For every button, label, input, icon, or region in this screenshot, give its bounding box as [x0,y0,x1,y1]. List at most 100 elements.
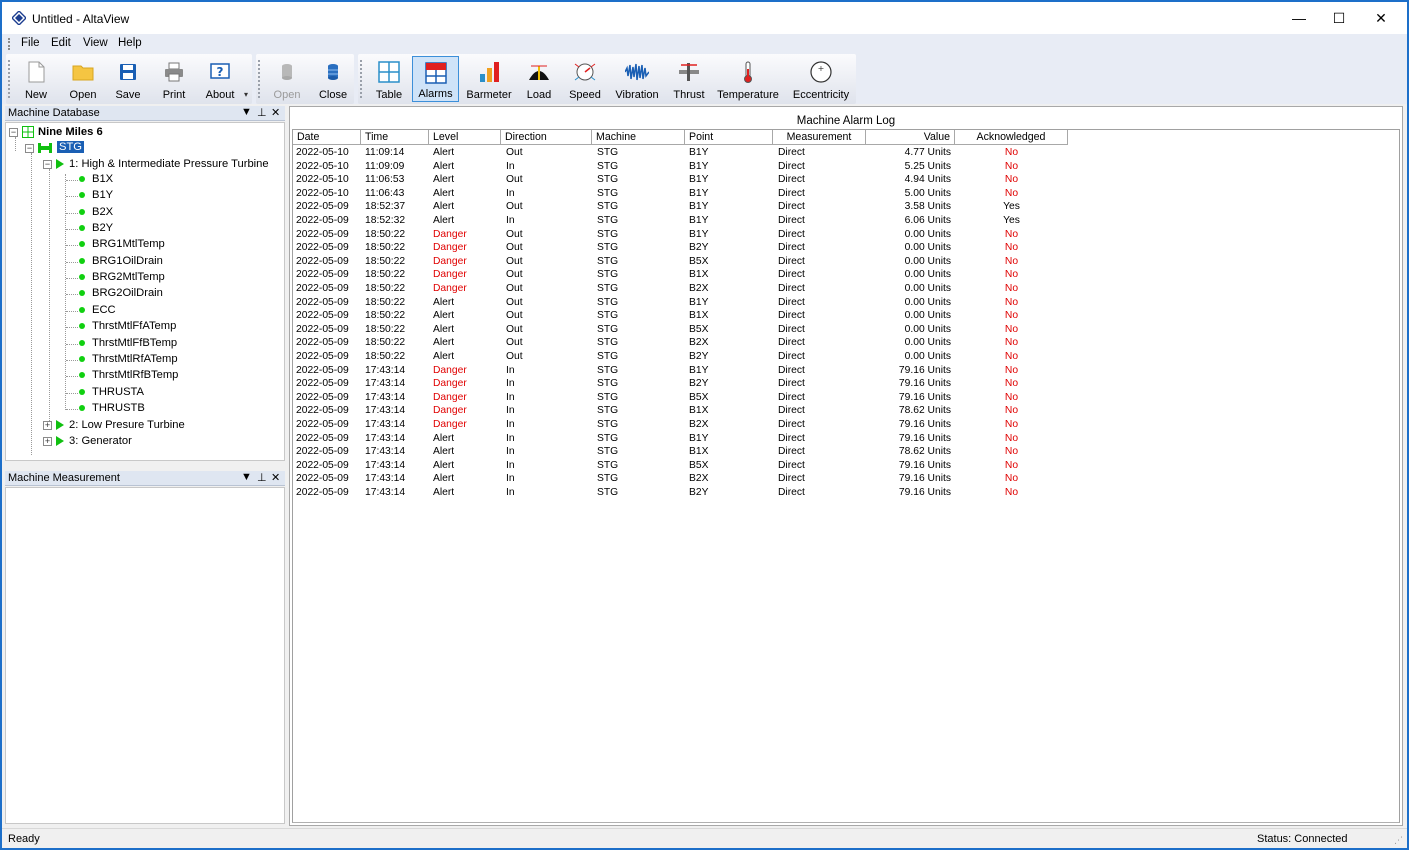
column-header-direction[interactable]: Direction [501,130,592,145]
table-row[interactable]: 2022-05-09 17:43:14 Alert In STG B2Y Direct 79.… [293,486,1068,500]
maximize-button[interactable]: ☐ [1316,2,1362,34]
tree-point[interactable]: ECC [79,304,116,320]
column-header-time[interactable]: Time [361,130,429,145]
db-close-label: Close [318,89,348,101]
table-row[interactable]: 2022-05-09 17:43:14 Danger In STG B5X Direct 79… [293,391,1068,405]
open-button[interactable]: Open [62,56,104,102]
table-row[interactable]: 2022-05-10 11:09:09 Alert In STG B1Y Direct 5.2… [293,160,1068,174]
column-header-acknowledged[interactable]: Acknowledged [955,130,1068,145]
table-row[interactable]: 2022-05-09 18:52:37 Alert Out STG B1Y Direct 3.… [293,200,1068,214]
expand-icon[interactable]: + [43,437,52,446]
menu-view[interactable]: View [83,37,108,49]
table-row[interactable]: 2022-05-10 11:06:43 Alert In STG B1Y Direct 5.0… [293,187,1068,201]
save-button[interactable]: Save [108,56,148,102]
table-row[interactable]: 2022-05-09 17:43:14 Alert In STG B5X Direct 79.… [293,459,1068,473]
table-row[interactable]: 2022-05-09 18:50:22 Danger Out STG B1Y Direct 0… [293,228,1068,242]
table-row[interactable]: 2022-05-09 18:50:22 Danger Out STG B2X Direct 0… [293,282,1068,296]
tree-point[interactable]: B2X [79,206,113,222]
menu-file[interactable]: File [21,37,40,49]
table-row[interactable]: 2022-05-09 18:50:22 Alert Out STG B5X Direct 0.… [293,323,1068,337]
table-row[interactable]: 2022-05-09 17:43:14 Danger In STG B1X Direct 78… [293,404,1068,418]
tree-train-label: 3: Generator [69,435,132,447]
cell-time: 11:06:53 [365,174,405,186]
table-row[interactable]: 2022-05-09 17:43:14 Danger In STG B1Y Direct 79… [293,364,1068,378]
tree-point[interactable]: B1Y [79,189,113,205]
menu-help[interactable]: Help [118,37,142,49]
toolbar-grip[interactable] [360,60,362,98]
barmeter-button[interactable]: Barmeter [462,56,516,102]
column-header-date[interactable]: Date [293,130,361,145]
pin-icon[interactable]: ⊥ [257,471,267,484]
save-label: Save [115,89,141,101]
toolbar-grip[interactable] [258,60,260,98]
tree-point[interactable]: BRG1OilDrain [79,255,163,271]
pane-menu-icon[interactable]: ▼ [241,471,252,483]
cell-time: 17:43:14 [365,459,406,471]
table-row[interactable]: 2022-05-09 17:43:14 Alert In STG B1Y Direct 79.… [293,432,1068,446]
speed-button[interactable]: Speed [562,56,608,102]
db-close-button[interactable]: Close [312,56,354,102]
toolbar-grip[interactable] [8,60,10,98]
tree-point-label: ThrstMtlRfATemp [92,352,178,365]
column-header-value[interactable]: Value [866,130,955,145]
table-row[interactable]: 2022-05-09 18:50:22 Alert Out STG B1X Direct 0.… [293,309,1068,323]
pane-close-icon[interactable]: ✕ [271,471,280,484]
table-row[interactable]: 2022-05-09 18:50:22 Danger Out STG B2Y Direct 0… [293,241,1068,255]
vibration-button[interactable]: Vibration [610,56,664,102]
close-button[interactable]: ✕ [1358,2,1404,34]
collapse-icon[interactable]: − [25,144,34,153]
tree-point[interactable]: ThrstMtlFfBTemp [79,337,177,353]
column-header-level[interactable]: Level [429,130,501,145]
print-button[interactable]: Print [154,56,194,102]
pane-menu-icon[interactable]: ▼ [241,106,252,118]
table-row[interactable]: 2022-05-09 18:50:22 Danger Out STG B5X Direct 0… [293,255,1068,269]
column-header-point[interactable]: Point [685,130,773,145]
table-row[interactable]: 2022-05-09 17:43:14 Danger In STG B2Y Direct 79… [293,377,1068,391]
cell-time: 17:43:14 [365,419,406,430]
resize-grip-icon[interactable]: ⋰ [1394,835,1403,846]
load-button[interactable]: Load [518,56,560,102]
new-button[interactable]: New [16,56,56,102]
pane-splitter[interactable] [5,461,285,470]
tree-point[interactable]: ThrstMtlRfBTemp [79,369,178,385]
column-header-measurement[interactable]: Measurement [773,130,866,145]
thrust-button[interactable]: Thrust [668,56,710,102]
alarm-log-grid[interactable]: Date Time Level Direction Machine Point Measur… [292,129,1400,823]
pin-icon[interactable]: ⊥ [257,106,267,119]
toolbar-overflow-icon[interactable]: ▾ [244,90,248,99]
table-row[interactable]: 2022-05-09 18:50:22 Danger Out STG B1X Direct 0… [293,268,1068,282]
collapse-icon[interactable]: − [43,160,52,169]
tree-point[interactable]: B1X [79,173,113,189]
table-row[interactable]: 2022-05-09 18:50:22 Alert Out STG B2Y Direct 0.… [293,350,1068,364]
expand-icon[interactable]: + [43,421,52,430]
table-row[interactable]: 2022-05-10 11:06:53 Alert Out STG B1Y Direct 4.… [293,173,1068,187]
table-row[interactable]: 2022-05-09 18:52:32 Alert In STG B1Y Direct 6.0… [293,214,1068,228]
about-button[interactable]: ? About [198,56,242,102]
printer-icon [165,62,183,82]
tree-point[interactable]: BRG2OilDrain [79,287,163,303]
table-button[interactable]: Table [368,56,410,102]
column-header-machine[interactable]: Machine [592,130,685,145]
collapse-icon[interactable]: − [9,128,18,137]
table-row[interactable]: 2022-05-09 17:43:14 Alert In STG B1X Direct 78.… [293,445,1068,459]
menu-edit[interactable]: Edit [51,37,71,49]
table-row[interactable]: 2022-05-10 11:09:14 Alert Out STG B1Y Direct 4.… [293,146,1068,160]
menu-grip[interactable] [8,38,10,50]
tree-point[interactable]: THRUSTA [79,386,144,402]
table-row[interactable]: 2022-05-09 17:43:14 Danger In STG B2X Direct 79… [293,418,1068,432]
tree-point[interactable]: ThrstMtlFfATemp [79,320,176,336]
table-row[interactable]: 2022-05-09 17:43:14 Alert In STG B2X Direct 79.… [293,472,1068,486]
tree-point[interactable]: BRG2MtlTemp [79,271,165,287]
tree-point[interactable]: ThrstMtlRfATemp [79,353,178,369]
temperature-button[interactable]: Temperature [714,56,782,102]
pane-close-icon[interactable]: ✕ [271,106,280,119]
tree-point[interactable]: B2Y [79,222,113,238]
alarms-button[interactable]: Alarms [412,56,459,102]
cell-value: 78.62 Units [898,405,951,417]
tree-point[interactable]: BRG1MtlTemp [79,238,165,254]
table-row[interactable]: 2022-05-09 18:50:22 Alert Out STG B1Y Direct 0.… [293,296,1068,310]
table-row[interactable]: 2022-05-09 18:50:22 Alert Out STG B2X Direct 0.… [293,336,1068,350]
tree-point[interactable]: THRUSTB [79,402,145,418]
db-open-button[interactable]: Open [266,56,308,102]
eccentricity-button[interactable]: + Eccentricity [790,56,852,102]
